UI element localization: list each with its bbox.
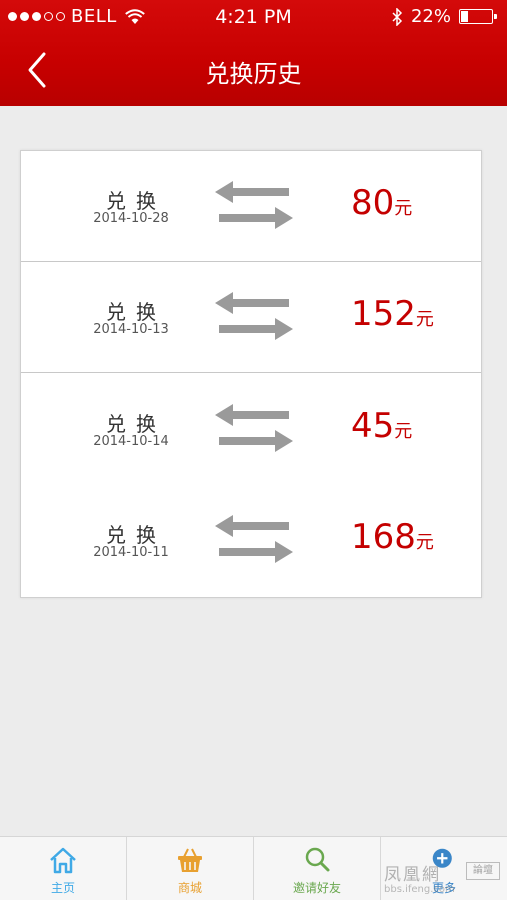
exchange-arrows-icon <box>215 404 293 452</box>
record-amount: 45元 <box>351 406 412 446</box>
tab-invite-friends[interactable]: 邀请好友 <box>254 837 380 900</box>
nav-bar: 兑换历史 <box>0 34 507 106</box>
basket-icon <box>178 848 202 872</box>
bluetooth-icon <box>392 7 403 26</box>
record-type-label: 兑换 <box>106 412 166 436</box>
status-bar: BELL 4:21 PM 22% <box>0 0 507 34</box>
home-icon <box>50 847 76 874</box>
watermark-badge: 論壇 <box>466 862 500 880</box>
tab-home[interactable]: 主页 <box>0 837 126 900</box>
tab-home-label: 主页 <box>50 881 75 895</box>
record-amount-unit: 元 <box>415 309 434 330</box>
page-title: 兑换历史 <box>205 60 302 88</box>
exchange-record-row[interactable]: 兑换 2014-10-13 152元 <box>21 262 481 373</box>
record-amount-value: 80 <box>351 183 395 223</box>
tab-shop-label: 商城 <box>177 881 202 895</box>
battery-percent: 22% <box>410 6 451 27</box>
record-type-label: 兑换 <box>106 300 166 324</box>
tab-invite-friends-label: 邀请好友 <box>292 881 341 895</box>
exchange-record-row[interactable]: 兑换 2014-10-28 80元 <box>21 151 481 262</box>
exchange-record-row[interactable]: 兑换 2014-10-14 45元 <box>21 374 481 485</box>
record-date: 2014-10-28 <box>93 211 169 226</box>
app-header: BELL 4:21 PM 22% 兑换历史 <box>0 0 507 106</box>
record-amount-unit: 元 <box>394 198 413 219</box>
exchange-arrows-icon <box>215 292 293 340</box>
record-amount-unit: 元 <box>394 421 413 442</box>
record-amount-value: 152 <box>351 294 416 334</box>
record-type-label: 兑换 <box>106 523 166 547</box>
record-amount-unit: 元 <box>415 532 434 553</box>
record-date: 2014-10-11 <box>93 545 169 560</box>
record-amount: 80元 <box>351 183 412 223</box>
record-date: 2014-10-14 <box>93 434 169 449</box>
watermark-text: 凤凰網 <box>384 865 441 885</box>
watermark-url: bbs.ifeng.com <box>384 884 455 895</box>
record-amount-value: 168 <box>351 517 416 557</box>
record-amount: 152元 <box>351 294 434 334</box>
status-right: 22% <box>391 6 497 27</box>
exchange-record-row[interactable]: 兑换 2014-10-11 168元 <box>21 485 481 596</box>
exchange-arrows-icon <box>215 515 293 563</box>
record-amount: 168元 <box>351 517 434 557</box>
search-icon <box>305 847 330 872</box>
record-date: 2014-10-13 <box>93 322 169 337</box>
record-amount-value: 45 <box>351 406 395 446</box>
battery-icon <box>459 9 497 24</box>
exchange-history-list: 兑换 2014-10-28 80元 兑换 2014-10-13 152元 兑换 2014-10… <box>20 150 482 598</box>
exchange-arrows-icon <box>215 181 293 229</box>
record-type-label: 兑换 <box>106 189 166 213</box>
tab-shop[interactable]: 商城 <box>127 837 253 900</box>
